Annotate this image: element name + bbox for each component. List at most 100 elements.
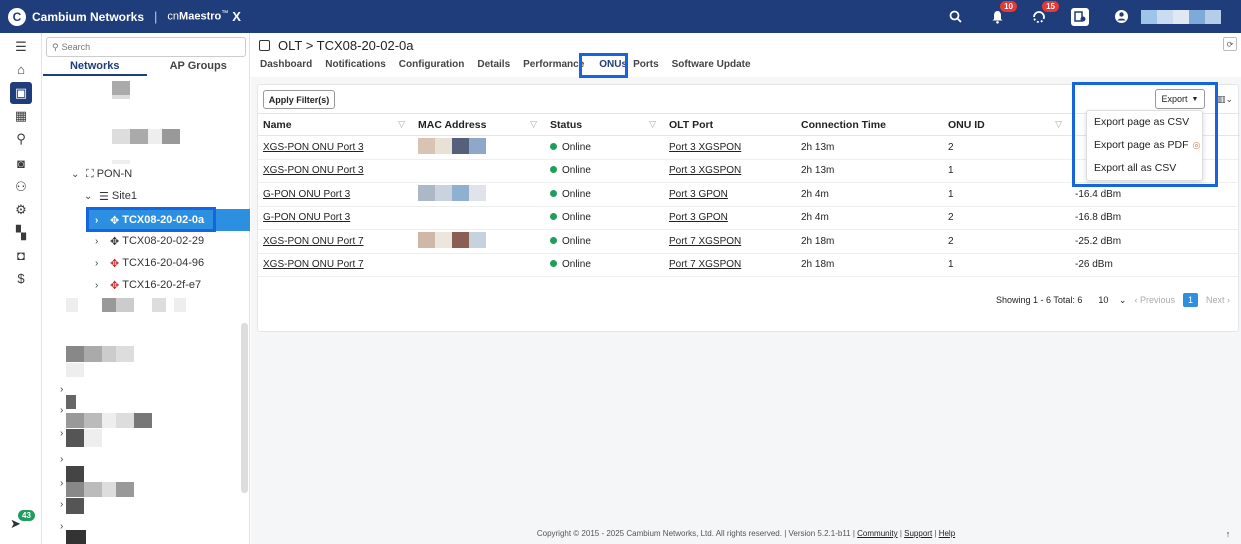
notifications-badge: 43 bbox=[18, 510, 35, 521]
chevron-right-icon[interactable]: › bbox=[60, 384, 63, 395]
export-all-csv-item[interactable]: Export all as CSV bbox=[1087, 157, 1202, 180]
home-icon[interactable]: ⌂ bbox=[0, 58, 42, 81]
table-row[interactable]: G-PON ONU Port 3 Online Port 3 GPON 2h 4m 2-… bbox=[258, 206, 1240, 230]
refresh-icon[interactable]: ⟳ bbox=[1223, 37, 1237, 51]
grid-icon[interactable]: ▦ bbox=[0, 104, 42, 127]
olt-port-link[interactable]: Port 3 GPON bbox=[664, 206, 796, 230]
scroll-to-top-icon[interactable]: ↑ bbox=[1221, 527, 1235, 541]
page-size-select[interactable]: 10 ⌄ bbox=[1090, 295, 1126, 306]
column-header-connection-time[interactable]: Connection Time bbox=[796, 113, 943, 136]
onu-name-link[interactable]: XGS-PON ONU Port 3 bbox=[258, 159, 413, 183]
tab-configuration[interactable]: Configuration bbox=[399, 59, 465, 70]
monitor-icon[interactable]: ▣ bbox=[0, 81, 42, 104]
page-1-button[interactable]: 1 bbox=[1182, 293, 1198, 307]
alarm-bell-icon[interactable]: 10 bbox=[987, 0, 1017, 27]
tree-node-olt[interactable]: › ✥ TCX08-20-02-29 bbox=[95, 233, 204, 249]
filter-icon[interactable]: ▽ bbox=[398, 119, 405, 130]
tab-software-update[interactable]: Software Update bbox=[672, 59, 751, 70]
menu-icon[interactable]: ☰ bbox=[0, 35, 42, 58]
tab-ports[interactable]: Ports bbox=[633, 59, 659, 70]
chevron-right-icon[interactable]: › bbox=[60, 499, 63, 510]
tree-node-pon[interactable]: ⌄ ⛶ PON-N bbox=[71, 166, 132, 182]
onboard-device-icon[interactable] bbox=[1071, 7, 1089, 26]
table-row[interactable]: G-PON ONU Port 3 Online Port 3 GPON 2h 4m 1-… bbox=[258, 182, 1240, 207]
status-cell: Online bbox=[545, 253, 664, 277]
site-icon: ☰ bbox=[99, 190, 109, 203]
tree-node-label: TCX08-20-02-29 bbox=[122, 235, 205, 247]
tab-performance[interactable]: Performance bbox=[523, 59, 584, 70]
onu-name-link[interactable]: G-PON ONU Port 3 bbox=[258, 182, 413, 207]
next-page-button[interactable]: Next › bbox=[1206, 295, 1230, 305]
chevron-right-icon[interactable]: › bbox=[60, 454, 63, 465]
filter-icon[interactable]: ▽ bbox=[530, 119, 537, 130]
column-header-olt-port[interactable]: OLT Port bbox=[664, 113, 796, 136]
brand[interactable]: C Cambium Networks | cnMaestro™ X bbox=[0, 7, 241, 26]
chevron-right-icon[interactable]: › bbox=[60, 405, 63, 416]
footer: Copyright © 2015 - 2025 Cambium Networks… bbox=[536, 529, 956, 538]
mac-address-cell bbox=[413, 159, 545, 183]
tab-dashboard[interactable]: Dashboard bbox=[260, 59, 312, 70]
export-page-csv-item[interactable]: Export page as CSV bbox=[1087, 111, 1202, 134]
tree-node-olt-offline[interactable]: › ✥ TCX16-20-2f-e7 bbox=[95, 277, 201, 293]
location-icon[interactable]: ⚲ bbox=[0, 127, 42, 150]
onu-name-link[interactable]: XGS-PON ONU Port 3 bbox=[258, 135, 413, 160]
onu-name-link[interactable]: XGS-PON ONU Port 7 bbox=[258, 253, 413, 277]
chevron-right-icon[interactable]: › bbox=[60, 428, 63, 439]
dashboard-icon[interactable]: ◙ bbox=[0, 152, 42, 175]
help-link[interactable]: Help bbox=[939, 529, 955, 538]
support-link[interactable]: Support bbox=[904, 529, 932, 538]
tree-node-olt-offline[interactable]: › ✥ TCX16-20-04-96 bbox=[95, 255, 204, 271]
community-link[interactable]: Community bbox=[857, 529, 897, 538]
onu-name-link[interactable]: XGS-PON ONU Port 7 bbox=[258, 229, 413, 254]
tree-node-site[interactable]: ⌄ ☰ Site1 bbox=[84, 188, 137, 204]
billing-icon[interactable]: $ bbox=[0, 267, 42, 290]
chevron-right-icon[interactable]: › bbox=[60, 521, 63, 532]
tab-notifications[interactable]: Notifications bbox=[325, 59, 386, 70]
product-name: cnMaestro™ bbox=[167, 10, 228, 23]
apply-filters-button[interactable]: Apply Filter(s) bbox=[263, 90, 335, 109]
copyright-text: Copyright © 2015 - 2025 Cambium Networks… bbox=[536, 529, 782, 538]
gear-icon[interactable]: ⚙ bbox=[0, 198, 42, 221]
mac-address-cell bbox=[413, 206, 545, 230]
previous-page-button[interactable]: ‹ Previous bbox=[1134, 295, 1175, 305]
notifications-icon[interactable]: ➤ 43 bbox=[10, 510, 35, 532]
users-icon[interactable]: ⚇ bbox=[0, 175, 42, 198]
filter-icon[interactable]: ▽ bbox=[649, 119, 656, 130]
tab-ap-groups[interactable]: AP Groups bbox=[147, 60, 251, 76]
column-header-status[interactable]: Status ▽ bbox=[545, 113, 664, 136]
filter-icon[interactable]: ▽ bbox=[1055, 119, 1062, 130]
olt-port-link[interactable]: Port 7 XGSPON bbox=[664, 229, 796, 254]
chevron-right-icon[interactable]: › bbox=[60, 478, 63, 489]
column-header-name[interactable]: Name ▽ bbox=[258, 113, 413, 136]
tree-node-olt-selected[interactable]: › ✥ TCX08-20-02-0a bbox=[86, 209, 250, 231]
apps-icon[interactable]: ▚ bbox=[0, 221, 42, 244]
tab-details[interactable]: Details bbox=[477, 59, 510, 70]
olt-port-link[interactable]: Port 3 GPON bbox=[664, 182, 796, 207]
table-row[interactable]: XGS-PON ONU Port 7 Online Port 7 XGSPON 2h … bbox=[258, 229, 1240, 254]
export-page-pdf-item[interactable]: Export page as PDF ◎ bbox=[1087, 134, 1202, 157]
chevron-right-icon: › bbox=[95, 257, 99, 269]
olt-port-link[interactable]: Port 3 XGSPON bbox=[664, 135, 796, 160]
tree-scrollbar[interactable] bbox=[241, 323, 248, 493]
redacted-block bbox=[134, 413, 152, 428]
search-input[interactable]: ⚲ Search bbox=[46, 37, 246, 57]
olt-port-link[interactable]: Port 7 XGSPON bbox=[664, 253, 796, 277]
account-icon[interactable] bbox=[1111, 7, 1131, 27]
rx-power-cell: -26 dBm bbox=[1070, 253, 1240, 277]
screen-icon[interactable]: ◘ bbox=[0, 244, 42, 267]
olt-port-link[interactable]: Port 3 XGSPON bbox=[664, 159, 796, 183]
onu-name-link[interactable]: G-PON ONU Port 3 bbox=[258, 206, 413, 230]
search-icon[interactable] bbox=[945, 7, 965, 27]
column-header-onu-id[interactable]: ONU ID ▽ bbox=[943, 113, 1070, 136]
redacted-block bbox=[66, 363, 84, 377]
export-button[interactable]: Export ▼ bbox=[1155, 89, 1205, 109]
rx-power-cell: -16.8 dBm bbox=[1070, 206, 1240, 230]
connection-time-cell: 2h 13m bbox=[796, 135, 943, 160]
column-settings-icon[interactable]: ▥⌄ bbox=[1214, 90, 1236, 108]
table-row[interactable]: XGS-PON ONU Port 7 Online Port 7 XGSPON 2h … bbox=[258, 253, 1240, 277]
panel-toggle-icon[interactable] bbox=[259, 40, 270, 51]
events-icon[interactable]: 15 bbox=[1029, 0, 1059, 27]
tab-networks[interactable]: Networks bbox=[43, 60, 147, 76]
user-name-redacted[interactable] bbox=[1141, 9, 1221, 24]
column-header-mac[interactable]: MAC Address ▽ bbox=[413, 113, 545, 136]
